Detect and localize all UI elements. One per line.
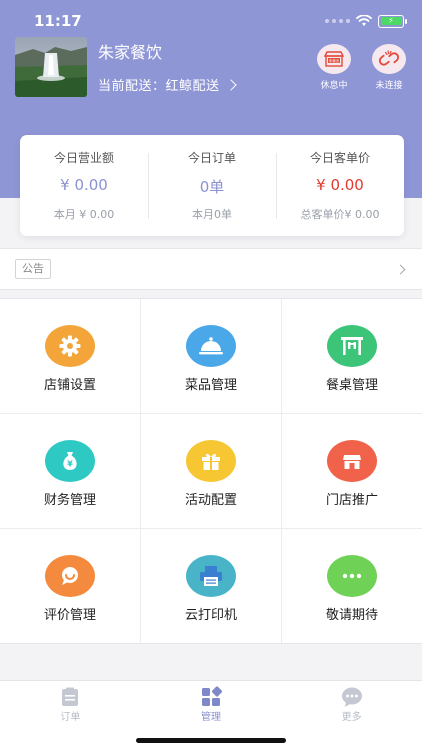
signal-dots-icon [325, 19, 350, 23]
shop-avatar[interactable] [15, 37, 87, 97]
battery-icon: ⚡ [378, 14, 407, 28]
menu-item-table-management[interactable]: 餐桌管理 [282, 299, 422, 414]
menu-item-label: 活动配置 [184, 493, 237, 508]
tab-orders[interactable]: 订单 [0, 681, 141, 750]
delivery-selector[interactable]: 当前配送：红鲸配送 [98, 75, 237, 94]
connection-status-button[interactable]: 未连接 [364, 44, 414, 91]
menu-item-label: 餐桌管理 [325, 378, 378, 393]
status-indicators: ⚡ [325, 12, 407, 30]
status-time: 11:17 [34, 12, 82, 30]
menu-item-label: 敬请期待 [325, 608, 378, 623]
menu-item-review-management[interactable]: 评价管理 [0, 529, 141, 643]
menu-item-shop-settings[interactable]: 店铺设置 [0, 299, 141, 414]
stat-sub: 总客单价¥ 0.00 [300, 208, 380, 221]
stat-title: 今日客单价 [309, 151, 370, 165]
tab-more[interactable]: 更多 [281, 681, 422, 750]
notice-tag: 公告 [15, 259, 51, 279]
stat-revenue[interactable]: 今日营业额 ¥ 0.00 本月 ¥ 0.00 [20, 135, 148, 236]
chevron-right-icon [224, 79, 237, 91]
business-status-label: 休息中 [320, 81, 348, 91]
menu-item-cloud-printer[interactable]: 云打印机 [141, 529, 282, 643]
delivery-label: 当前配送：红鲸配送 [98, 79, 220, 94]
more-dots-icon [327, 555, 377, 597]
menu-item-dish-management[interactable]: 菜品管理 [141, 299, 282, 414]
wifi-icon [356, 15, 372, 26]
menu-item-label: 评价管理 [43, 608, 96, 623]
svg-text:未营业: 未营业 [329, 58, 340, 63]
stat-sub: 本月0单 [192, 208, 232, 221]
tab-label: 管理 [201, 712, 221, 723]
stat-avg-price[interactable]: 今日客单价 ¥ 0.00 总客单价¥ 0.00 [276, 135, 404, 236]
stat-title: 今日营业额 [53, 151, 114, 165]
stat-value: 0单 [199, 178, 225, 196]
stats-card: 今日营业额 ¥ 0.00 本月 ¥ 0.00 今日订单 0单 本月0单 今日客单… [20, 135, 404, 236]
printer-icon [186, 555, 236, 597]
tab-label: 订单 [60, 712, 81, 723]
menu-item-label: 门店推广 [325, 493, 378, 508]
table-icon [327, 325, 377, 367]
order-clipboard-icon [62, 687, 79, 706]
home-indicator [136, 738, 286, 743]
stat-value: ¥ 0.00 [60, 176, 108, 194]
menu-item-label: 财务管理 [43, 493, 96, 508]
status-bar: 11:17 ⚡ [0, 0, 422, 40]
shop-closed-icon: 未营业 [317, 44, 351, 74]
menu-item-finance-management[interactable]: ¥ 财务管理 [0, 414, 141, 529]
broken-link-icon [372, 44, 406, 74]
connection-status-label: 未连接 [375, 81, 403, 91]
manage-grid-icon [202, 686, 222, 706]
more-bubble-icon [341, 687, 362, 707]
gift-icon [186, 440, 236, 482]
svg-text:¥: ¥ [67, 460, 73, 469]
chevron-right-icon [395, 264, 406, 275]
menu-item-label: 云打印机 [184, 608, 237, 623]
business-status-button[interactable]: 未营业 休息中 [309, 44, 359, 91]
stat-orders[interactable]: 今日订单 0单 本月0单 [148, 135, 276, 236]
gear-icon [45, 325, 95, 367]
menu-item-label: 店铺设置 [43, 378, 96, 393]
notice-bar[interactable]: 公告 [0, 248, 422, 290]
menu-item-coming-soon[interactable]: 敬请期待 [282, 529, 422, 643]
menu-item-store-promotion[interactable]: 门店推广 [282, 414, 422, 529]
stat-sub: 本月 ¥ 0.00 [53, 208, 115, 221]
food-cloche-icon [186, 325, 236, 367]
money-bag-icon: ¥ [45, 440, 95, 482]
menu-item-activity-config[interactable]: 活动配置 [141, 414, 282, 529]
shop-name: 朱家餐饮 [98, 43, 163, 62]
store-promotion-icon [327, 440, 377, 482]
menu-item-label: 菜品管理 [184, 378, 237, 393]
stat-value: ¥ 0.00 [316, 176, 364, 194]
tab-label: 更多 [341, 712, 362, 723]
stat-title: 今日订单 [187, 151, 236, 165]
comment-icon [45, 555, 95, 597]
function-grid: 店铺设置 菜品管理 餐桌管理 ¥ 财务管理 活动配置 门店推广 评价管理 云打印… [0, 298, 422, 644]
